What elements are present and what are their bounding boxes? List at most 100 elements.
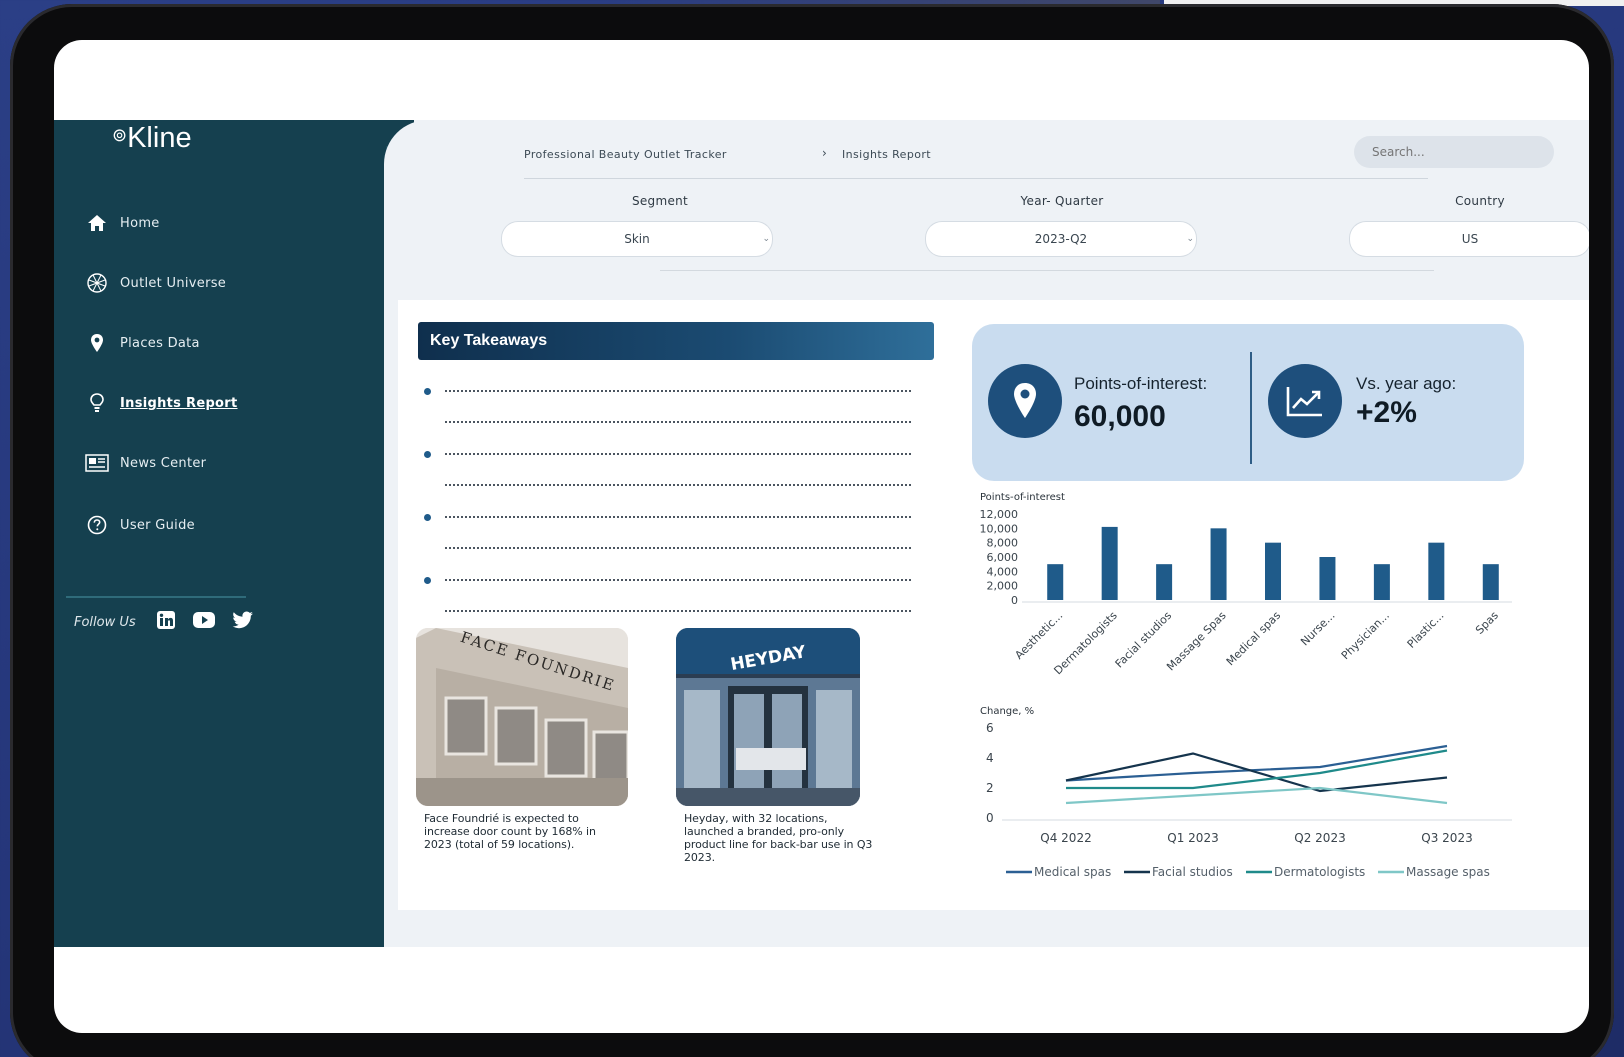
- bar-chart-xtick: Aesthetic...: [1012, 609, 1065, 662]
- bar-chart-ytick: 2,000: [987, 580, 1019, 593]
- trend-chart-icon: [1268, 364, 1342, 438]
- country-label: Country: [1455, 194, 1505, 208]
- takeaway-placeholder: [445, 516, 911, 518]
- line-chart-ytick: 0: [986, 811, 994, 825]
- line-chart-series: [1065, 786, 1448, 805]
- breadcrumb-root[interactable]: Professional Beauty Outlet Tracker: [524, 148, 727, 161]
- line-chart-ytick: 6: [986, 721, 994, 735]
- bullet-icon: [424, 450, 431, 458]
- legend-label: Massage spas: [1406, 865, 1490, 879]
- line-chart-xtick: Q4 2022: [1040, 831, 1091, 845]
- line-chart-xtick: Q1 2023: [1167, 831, 1218, 845]
- help-circle-icon: [84, 512, 110, 538]
- takeaway-bullet: [424, 575, 911, 585]
- heyday-caption: Heyday, with 32 locations, launched a br…: [684, 812, 873, 864]
- legend-label: Facial studios: [1152, 865, 1233, 879]
- line-chart-ytick: 2: [986, 781, 994, 795]
- tablet-screen: ⊚Kline Home Outlet Universe Places Data …: [54, 40, 1589, 1033]
- header-divider: [524, 178, 1428, 179]
- kpi-poi-value: 60,000: [1074, 400, 1166, 433]
- bullet-icon: [424, 576, 431, 584]
- bar-chart-xtick: Nurse...: [1298, 609, 1337, 648]
- tablet-frame: ⊚Kline Home Outlet Universe Places Data …: [10, 4, 1614, 1057]
- sidebar-item-label: User Guide: [120, 517, 195, 533]
- takeaway-placeholder: [445, 453, 911, 455]
- logo-mark-icon: ⊚: [112, 125, 128, 145]
- takeaway-line: [424, 480, 911, 490]
- bar-chart-bar: [1373, 564, 1390, 600]
- takeaway-bullet: [424, 449, 911, 459]
- linkedin-icon[interactable]: [156, 610, 176, 634]
- breadcrumb-current: Insights Report: [842, 148, 931, 161]
- bullet-icon: [424, 513, 431, 521]
- heyday-photo: HEYDAY: [676, 628, 860, 806]
- segment-label: Segment: [631, 194, 689, 208]
- bar-chart-bar: [1265, 542, 1281, 600]
- kpi-card: Points-of-interest: 60,000 Vs. year ago:…: [972, 324, 1524, 481]
- segment-dropdown[interactable]: Skin ⌄: [502, 222, 772, 256]
- change-line-chart: Change, % 6 4 2 0 Q4 2022 Q1 2023 Q2 2023 Q3 202…: [980, 706, 1512, 879]
- takeaway-placeholder: [445, 610, 911, 612]
- kline-logo[interactable]: ⊚Kline: [112, 122, 192, 155]
- twitter-icon[interactable]: [232, 611, 254, 633]
- globe-network-icon: [84, 270, 110, 296]
- bar-chart-bar: [1156, 564, 1173, 600]
- takeaway-line: [424, 543, 911, 553]
- bar-chart-xtick: Massage Spas: [1164, 609, 1229, 674]
- chevron-right-icon: ›: [822, 146, 827, 160]
- filters-divider: [660, 270, 1434, 271]
- sidebar-item-places-data[interactable]: Places Data: [84, 328, 200, 358]
- bar-chart-bar: [1047, 564, 1064, 600]
- bar-chart-xtick: Spas: [1473, 609, 1501, 637]
- bar-chart-bar: [1428, 542, 1445, 600]
- home-icon: [84, 210, 110, 236]
- legend-label: Medical spas: [1034, 865, 1111, 879]
- dashboard-app: ⊚Kline Home Outlet Universe Places Data …: [54, 120, 1589, 947]
- sidebar-item-insights-report[interactable]: Insights Report: [84, 388, 238, 418]
- key-takeaways-header: Key Takeaways: [418, 322, 934, 360]
- map-pin-icon: [988, 364, 1062, 438]
- sidebar-item-label: Outlet Universe: [120, 275, 227, 291]
- bar-chart-bar: [1482, 564, 1499, 600]
- takeaway-placeholder: [445, 484, 911, 486]
- bar-chart-xtick: Facial studios: [1113, 609, 1175, 671]
- sidebar-item-label: Places Data: [120, 335, 200, 351]
- search-input[interactable]: [1354, 136, 1554, 168]
- youtube-icon[interactable]: [192, 611, 216, 633]
- newspaper-icon: [84, 450, 110, 476]
- sidebar-item-label: News Center: [120, 455, 207, 471]
- line-chart-series: [1065, 744, 1448, 782]
- year-quarter-dropdown[interactable]: 2023-Q2 ⌄: [926, 222, 1196, 256]
- sidebar-item-label: Insights Report: [120, 395, 238, 411]
- line-chart-ytick: 4: [986, 751, 994, 765]
- kpi-yoy-label: Vs. year ago:: [1356, 374, 1457, 393]
- takeaway-line: [424, 606, 911, 616]
- takeaway-line: [424, 417, 911, 427]
- sidebar-item-home[interactable]: Home: [84, 208, 160, 238]
- line-chart-series: [1065, 752, 1448, 793]
- chevron-down-icon: ⌄: [1186, 234, 1194, 244]
- kpi-yoy-value: +2%: [1356, 396, 1417, 429]
- country-dropdown[interactable]: US: [1350, 222, 1589, 256]
- bar-chart-ytick: 4,000: [987, 565, 1019, 578]
- bar-chart-bar: [1101, 526, 1118, 600]
- year-quarter-value: 2023-Q2: [1034, 232, 1088, 246]
- takeaway-placeholder: [445, 390, 911, 392]
- bottom-strip: [398, 922, 1589, 936]
- poi-bar-chart: Points-of-interest 12,00010,000 8,0006,000…: [980, 492, 1512, 677]
- year-quarter-label: Year- Quarter: [1020, 194, 1104, 208]
- bar-chart-ytick: 12,000: [980, 508, 1019, 521]
- sidebar-item-user-guide[interactable]: User Guide: [84, 510, 195, 540]
- lightbulb-icon: [84, 390, 110, 416]
- sidebar: ⊚Kline Home Outlet Universe Places Data …: [54, 120, 414, 947]
- bar-chart-ytick: 8,000: [987, 537, 1019, 550]
- bar-chart-xtick: Physician...: [1339, 609, 1392, 662]
- face-foundrie-photo: FACE FOUNDRIE: [416, 628, 628, 806]
- line-chart-xtick: Q3 2023: [1421, 831, 1472, 845]
- sidebar-item-outlet-universe[interactable]: Outlet Universe: [84, 268, 226, 298]
- bullet-icon: [424, 387, 431, 395]
- bar-chart-xtick: Plastic...: [1405, 609, 1447, 651]
- kpi-poi-label: Points-of-interest:: [1074, 374, 1208, 393]
- bar-chart-bar: [1210, 528, 1227, 600]
- sidebar-item-news-center[interactable]: News Center: [84, 448, 206, 478]
